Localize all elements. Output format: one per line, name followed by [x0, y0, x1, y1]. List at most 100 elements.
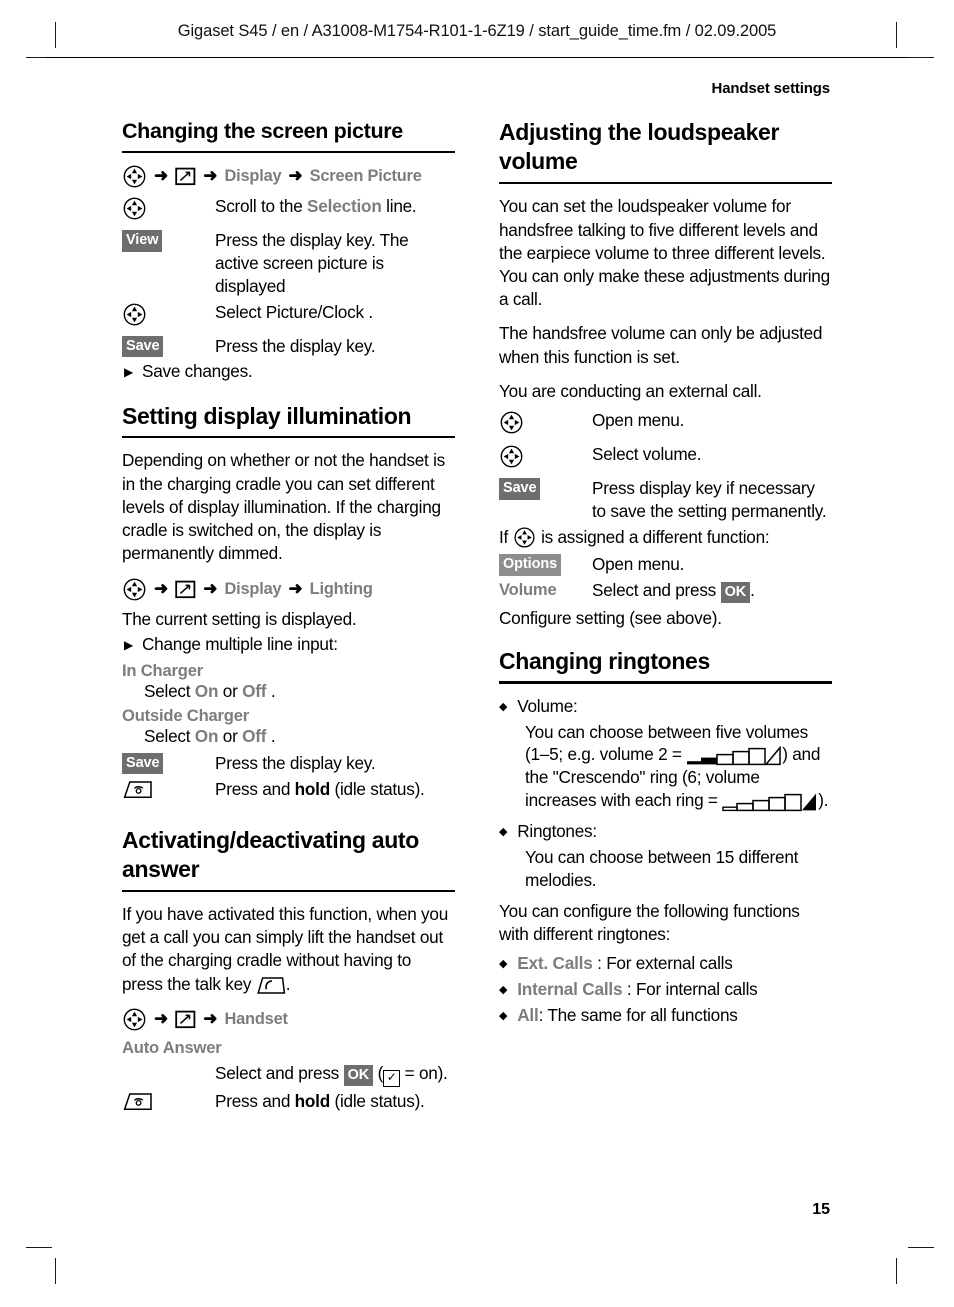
text-part: (idle status). [329, 1090, 425, 1111]
header-rule [46, 57, 908, 58]
chapter-title: Handset settings [711, 80, 831, 97]
arrow-right-icon: ➜ [288, 166, 303, 186]
menu-item-ext-calls[interactable]: Ext. Calls [517, 953, 593, 973]
talk-key-icon [256, 975, 286, 996]
volume-description: You can choose between five volumes (1–5… [525, 721, 832, 813]
crop-mark-bottom-right-vertical [896, 1258, 897, 1284]
text-part: Select [144, 725, 195, 746]
steps-volume-alt: Options Open menu. Volume Select and pre… [499, 553, 832, 604]
menu-item-display[interactable]: Display [225, 167, 282, 186]
paragraph-volume-1: You can set the loudspeaker volume for h… [499, 196, 830, 310]
menu-path-handset: ➜ ➜ Handset [122, 1007, 455, 1032]
text-part: The same for all functions [547, 1004, 738, 1025]
arrow-right-icon: ➜ [203, 166, 218, 186]
text-part: ( [373, 1062, 384, 1083]
option-label-in-charger[interactable]: In Charger [122, 661, 455, 681]
display-settings-icon [175, 166, 196, 187]
arrow-right-icon: ➜ [288, 578, 303, 598]
option-label-auto-answer[interactable]: Auto Answer [122, 1038, 455, 1058]
display-settings-icon [175, 1009, 196, 1030]
volume-level-2-icon [686, 745, 782, 766]
text-part: . [266, 680, 276, 701]
softkey-options[interactable]: Options [499, 553, 592, 576]
nav-key-icon [513, 526, 536, 549]
section-rule [499, 681, 832, 684]
value-off[interactable]: Off [242, 726, 266, 746]
call-type-row: Internal Calls : For internal calls [517, 978, 832, 1001]
softkey-label: Save [499, 478, 541, 500]
steps-illumination: Save Press the display key. Press and ho… [122, 752, 455, 806]
section-title-auto-answer: Activating/deactivating auto answer [122, 826, 419, 883]
softkey-save[interactable]: Save [122, 335, 215, 358]
paragraph-volume-3: You are conducting an external call. [499, 380, 762, 401]
step-row: Select volume. [499, 443, 832, 474]
diamond-bullet-icon: ◆ [499, 700, 508, 713]
text-part: ). [818, 790, 829, 811]
softkey-ok[interactable]: OK [720, 581, 751, 604]
value-off[interactable]: Off [242, 681, 266, 701]
value-on[interactable]: On [195, 726, 219, 746]
crop-mark-bottom-left-horizontal [26, 1247, 52, 1248]
paragraph-condition: If is assigned a different function: [499, 526, 832, 549]
step-row: Open menu. [499, 409, 832, 440]
step-key-empty [122, 1062, 215, 1063]
softkey-save[interactable]: Save [499, 477, 592, 500]
text-part: For internal calls [635, 978, 758, 999]
paragraph-illumination-intro: Depending on whether or not the handset … [122, 450, 445, 564]
step-text: Select and press OK (✓ = on). [215, 1062, 455, 1087]
call-type-row: Ext. Calls : For external calls [517, 952, 832, 975]
arrow-right-icon: ➜ [203, 578, 218, 598]
step-text: Press the display key. [215, 752, 376, 773]
softkey-ok[interactable]: OK [343, 1064, 374, 1087]
text-part: If [499, 526, 509, 547]
step-row: Save Press the display key. [122, 752, 455, 775]
section-rule [122, 435, 455, 439]
text-part: : [592, 953, 607, 974]
bullet-label: Volume: [517, 695, 578, 716]
text-part: or [218, 725, 243, 746]
crop-mark-bottom-right-horizontal [908, 1247, 934, 1248]
nav-key-icon [122, 195, 215, 226]
text-part: or [218, 680, 243, 701]
option-line-in-charger: Select On or Off . [144, 681, 455, 702]
call-type-row: All: The same for all functions [517, 1004, 832, 1027]
menu-item-selection[interactable]: Selection [307, 196, 382, 216]
text-part: is assigned a different function: [541, 526, 770, 547]
crop-mark-top-right-horizontal [908, 57, 934, 58]
value-on[interactable]: On [195, 681, 219, 701]
step-text: Select Picture/Clock . [215, 301, 373, 322]
menu-item-display[interactable]: Display [225, 580, 282, 599]
display-settings-icon [175, 579, 196, 600]
text-part: Select [144, 680, 195, 701]
option-line-outside-charger: Select On or Off . [144, 726, 455, 747]
crop-mark-bottom-left-vertical [55, 1258, 56, 1284]
softkey-view[interactable]: View [122, 229, 215, 252]
step-row: Scroll to the Selection line. [122, 195, 455, 226]
steps-volume: Open menu. Select volume. Save Press dis… [499, 409, 832, 523]
menu-item-internal-calls[interactable]: Internal Calls [517, 979, 622, 999]
steps-screen-picture: Scroll to the Selection line. View Press… [122, 195, 455, 358]
menu-item-screen-picture[interactable]: Screen Picture [310, 167, 422, 186]
menu-item-all[interactable]: All [517, 1005, 539, 1025]
step-text: Press the display key. [215, 335, 376, 356]
section-title-changing-ringtones: Changing ringtones [499, 647, 710, 674]
nav-key-icon [122, 577, 147, 602]
section-rule [499, 181, 832, 185]
text-part: Press and [215, 778, 295, 799]
document-header-line: Gigaset S45 / en / A31008-M1754-R101-1-6… [177, 22, 777, 40]
menu-item-handset[interactable]: Handset [225, 1010, 288, 1029]
menu-item-lighting[interactable]: Lighting [310, 580, 373, 599]
step-row: Press and hold (idle status). [122, 778, 455, 806]
softkey-save[interactable]: Save [122, 752, 215, 775]
nav-key-icon [499, 409, 592, 440]
step-text: Select and press OK. [592, 579, 832, 604]
text-part: . [266, 725, 276, 746]
page-number: 15 [812, 1201, 830, 1218]
option-label-outside-charger[interactable]: Outside Charger [122, 706, 455, 726]
text-emphasis: hold [294, 778, 331, 799]
softkey-label: Save [122, 335, 164, 358]
right-column: Adjusting the loudspeaker volume You can… [499, 118, 832, 1121]
text-part: . [285, 973, 291, 994]
menu-item-volume[interactable]: Volume [499, 579, 592, 600]
end-call-key-icon [122, 1090, 215, 1118]
